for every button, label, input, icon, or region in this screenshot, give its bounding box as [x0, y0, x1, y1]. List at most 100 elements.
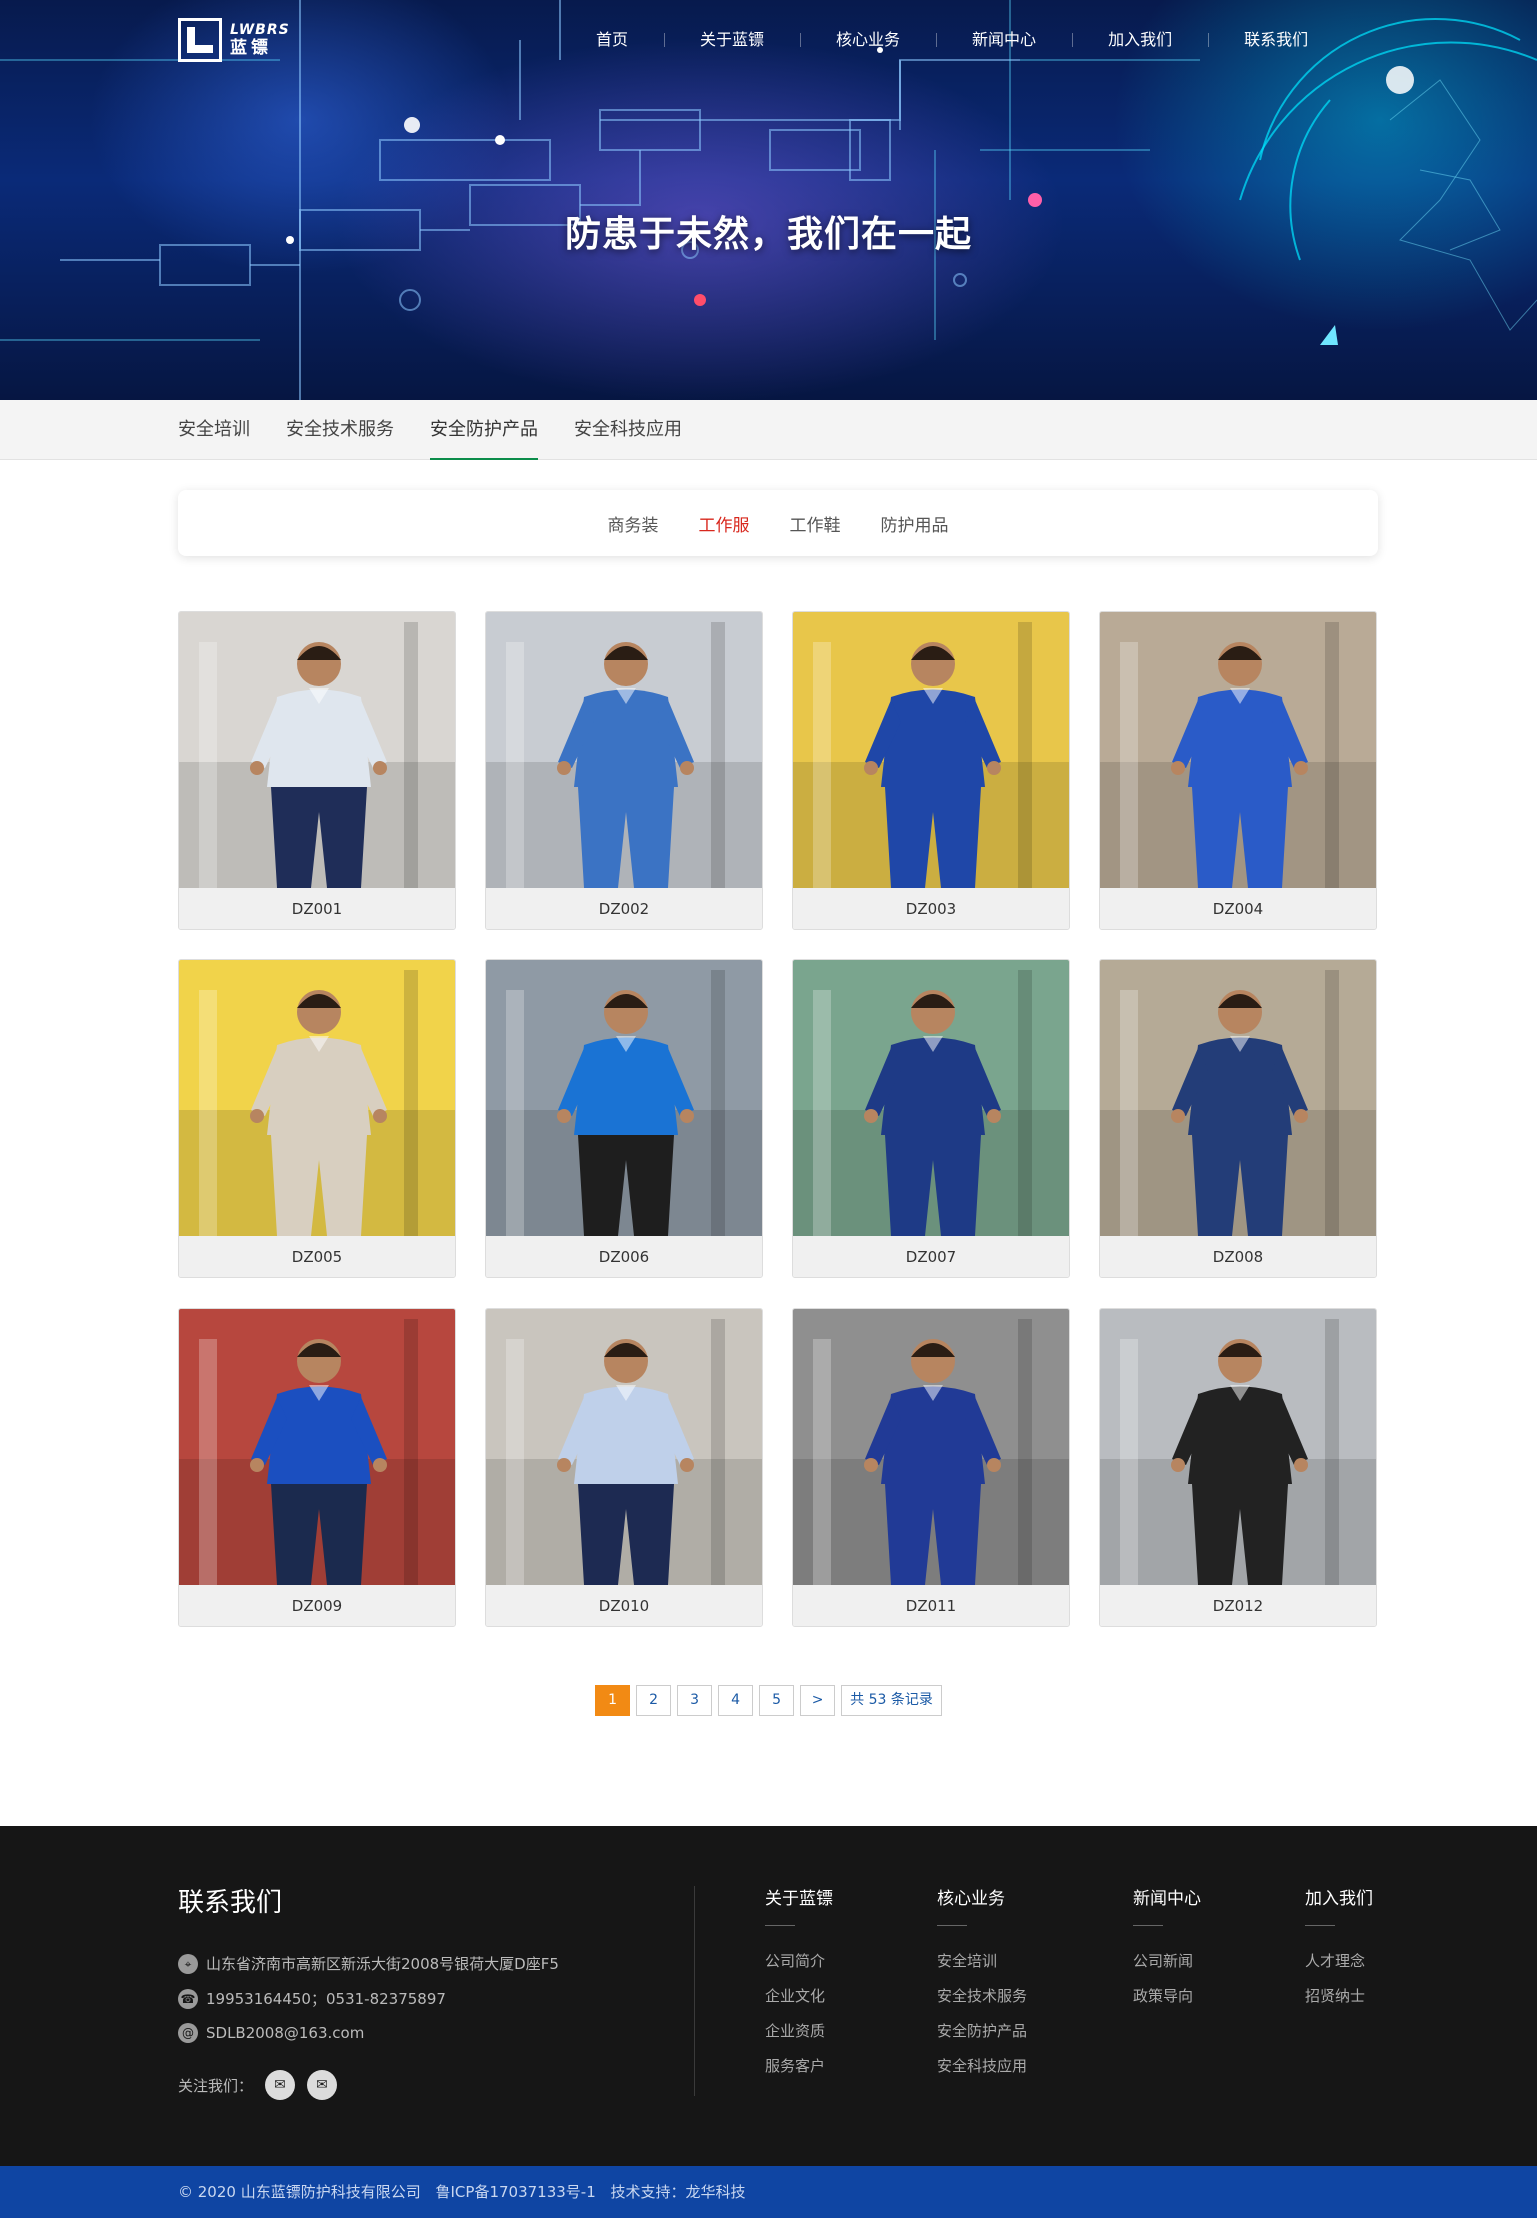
product-card[interactable]: DZ002: [485, 611, 763, 930]
footer-column: 新闻中心公司新闻 政策导向: [1133, 1884, 1201, 2014]
footer-link[interactable]: 公司简介: [765, 1944, 833, 1979]
subnav-item-3[interactable]: 安全科技应用: [556, 400, 700, 460]
footer-link[interactable]: 安全科技应用: [937, 2049, 1027, 2084]
footer-link[interactable]: 安全培训: [937, 1944, 1027, 1979]
page-3-button[interactable]: 3: [677, 1685, 713, 1716]
footer-link[interactable]: 企业文化: [765, 1979, 833, 2014]
product-photo[interactable]: [793, 960, 1069, 1236]
footer-link[interactable]: 招贤纳士: [1305, 1979, 1373, 2014]
product-photo[interactable]: [1100, 612, 1376, 888]
footer-column-title[interactable]: 加入我们: [1305, 1884, 1373, 1909]
product-photo[interactable]: [793, 1309, 1069, 1585]
email-text[interactable]: SDLB2008@163.com: [206, 2024, 364, 2042]
product-card[interactable]: DZ012: [1099, 1308, 1377, 1627]
worker-figure-illustration: [793, 612, 1069, 888]
nav-join[interactable]: 加入我们: [1072, 28, 1208, 52]
product-code: DZ002: [486, 888, 762, 929]
worker-figure-illustration: [793, 1309, 1069, 1585]
category-filter: 商务装 工作服 工作鞋 防护用品: [178, 490, 1378, 556]
footer-column-underline: [765, 1925, 795, 1926]
product-card[interactable]: DZ006: [485, 959, 763, 1278]
footer-column-title[interactable]: 关于蓝镖: [765, 1884, 833, 1909]
filter-item-3[interactable]: 防护用品: [881, 511, 949, 536]
logo[interactable]: LWBRS 蓝镖: [178, 18, 298, 62]
worker-figure-illustration: [486, 1309, 762, 1585]
product-card[interactable]: DZ009: [178, 1308, 456, 1627]
product-photo[interactable]: [793, 612, 1069, 888]
product-code: DZ006: [486, 1236, 762, 1277]
footer-link[interactable]: 公司新闻: [1133, 1944, 1201, 1979]
product-photo[interactable]: [1100, 1309, 1376, 1585]
filter-item-2[interactable]: 工作鞋: [790, 511, 841, 536]
tech-support[interactable]: 技术支持：龙华科技: [611, 2183, 746, 2201]
product-code: DZ007: [793, 1236, 1069, 1277]
product-card[interactable]: DZ010: [485, 1308, 763, 1627]
filter-item-1[interactable]: 工作服: [699, 511, 750, 536]
page-1-button[interactable]: 1: [595, 1685, 631, 1716]
product-photo[interactable]: [179, 612, 455, 888]
footer-column-title[interactable]: 核心业务: [937, 1884, 1027, 1909]
main-nav: 首页 关于蓝镖 核心业务 新闻中心 加入我们 联系我们: [560, 28, 1344, 52]
wechat-icon[interactable]: ✉: [265, 2070, 296, 2100]
icp-number[interactable]: 鲁ICP备17037133号-1: [436, 2183, 596, 2201]
subnav-item-1[interactable]: 安全技术服务: [268, 400, 412, 460]
product-card[interactable]: DZ001: [178, 611, 456, 930]
footer-link[interactable]: 服务客户: [765, 2049, 833, 2084]
hero-banner: LWBRS 蓝镖 首页 关于蓝镖 核心业务 新闻中心 加入我们 联系我们 防患于…: [0, 0, 1537, 400]
product-card[interactable]: DZ007: [792, 959, 1070, 1278]
footer-phone: ☎ 19953164450；0531-82375897: [178, 1988, 446, 2009]
phone-icon: ☎: [178, 1988, 198, 2009]
follow-label: 关注我们：: [178, 2076, 254, 2095]
footer-column-title[interactable]: 新闻中心: [1133, 1884, 1201, 1909]
footer-column-underline: [1305, 1925, 1335, 1926]
nav-home[interactable]: 首页: [560, 28, 664, 52]
worker-figure-illustration: [179, 612, 455, 888]
footer-email: @ SDLB2008@163.com: [178, 2023, 364, 2043]
worker-figure-illustration: [1100, 612, 1376, 888]
product-code: DZ009: [179, 1585, 455, 1626]
footer-follow: 关注我们： ✉ ✉: [178, 2070, 338, 2100]
footer-link[interactable]: 政策导向: [1133, 1979, 1201, 2014]
product-photo[interactable]: [486, 612, 762, 888]
footer-contact-title: 联系我们: [178, 1888, 283, 1918]
nav-contact[interactable]: 联系我们: [1208, 28, 1344, 52]
product-photo[interactable]: [179, 1309, 455, 1585]
page-4-button[interactable]: 4: [718, 1685, 754, 1716]
footer-address: ⌖ 山东省济南市高新区新泺大街2008号银荷大厦D座F5: [178, 1953, 559, 1974]
product-photo[interactable]: [486, 1309, 762, 1585]
product-photo[interactable]: [486, 960, 762, 1236]
total-records: 共 53 条记录: [841, 1685, 942, 1716]
phone-text: 19953164450；0531-82375897: [206, 1990, 446, 2008]
product-card[interactable]: DZ011: [792, 1308, 1070, 1627]
location-pin-icon: ⌖: [178, 1953, 198, 1974]
subnav-item-0[interactable]: 安全培训: [178, 400, 268, 460]
product-card[interactable]: DZ003: [792, 611, 1070, 930]
product-card[interactable]: DZ008: [1099, 959, 1377, 1278]
product-card[interactable]: DZ004: [1099, 611, 1377, 930]
subnav-item-2[interactable]: 安全防护产品: [412, 400, 556, 460]
nav-business[interactable]: 核心业务: [800, 28, 936, 52]
nav-news[interactable]: 新闻中心: [936, 28, 1072, 52]
footer-link[interactable]: 企业资质: [765, 2014, 833, 2049]
page-5-button[interactable]: 5: [759, 1685, 795, 1716]
product-code: DZ012: [1100, 1585, 1376, 1626]
wechat-official-icon[interactable]: ✉: [307, 2070, 338, 2100]
product-photo[interactable]: [1100, 960, 1376, 1236]
worker-figure-illustration: [486, 960, 762, 1236]
page-2-button[interactable]: 2: [636, 1685, 672, 1716]
logo-icon: [178, 18, 222, 62]
filter-item-0[interactable]: 商务装: [608, 511, 659, 536]
footer: 联系我们 ⌖ 山东省济南市高新区新泺大街2008号银荷大厦D座F5 ☎ 1995…: [0, 1826, 1537, 2166]
copyright-owner: © 2020 山东蓝镖防护科技有限公司: [178, 2183, 421, 2201]
email-icon: @: [178, 2023, 198, 2043]
footer-link[interactable]: 安全技术服务: [937, 1979, 1027, 2014]
nav-about[interactable]: 关于蓝镖: [664, 28, 800, 52]
product-card[interactable]: DZ005: [178, 959, 456, 1278]
footer-link[interactable]: 安全防护产品: [937, 2014, 1027, 2049]
product-photo[interactable]: [179, 960, 455, 1236]
product-code: DZ001: [179, 888, 455, 929]
address-text: 山东省济南市高新区新泺大街2008号银荷大厦D座F5: [206, 1955, 559, 1973]
next-page-button[interactable]: >: [800, 1685, 836, 1716]
footer-link[interactable]: 人才理念: [1305, 1944, 1373, 1979]
worker-figure-illustration: [1100, 1309, 1376, 1585]
